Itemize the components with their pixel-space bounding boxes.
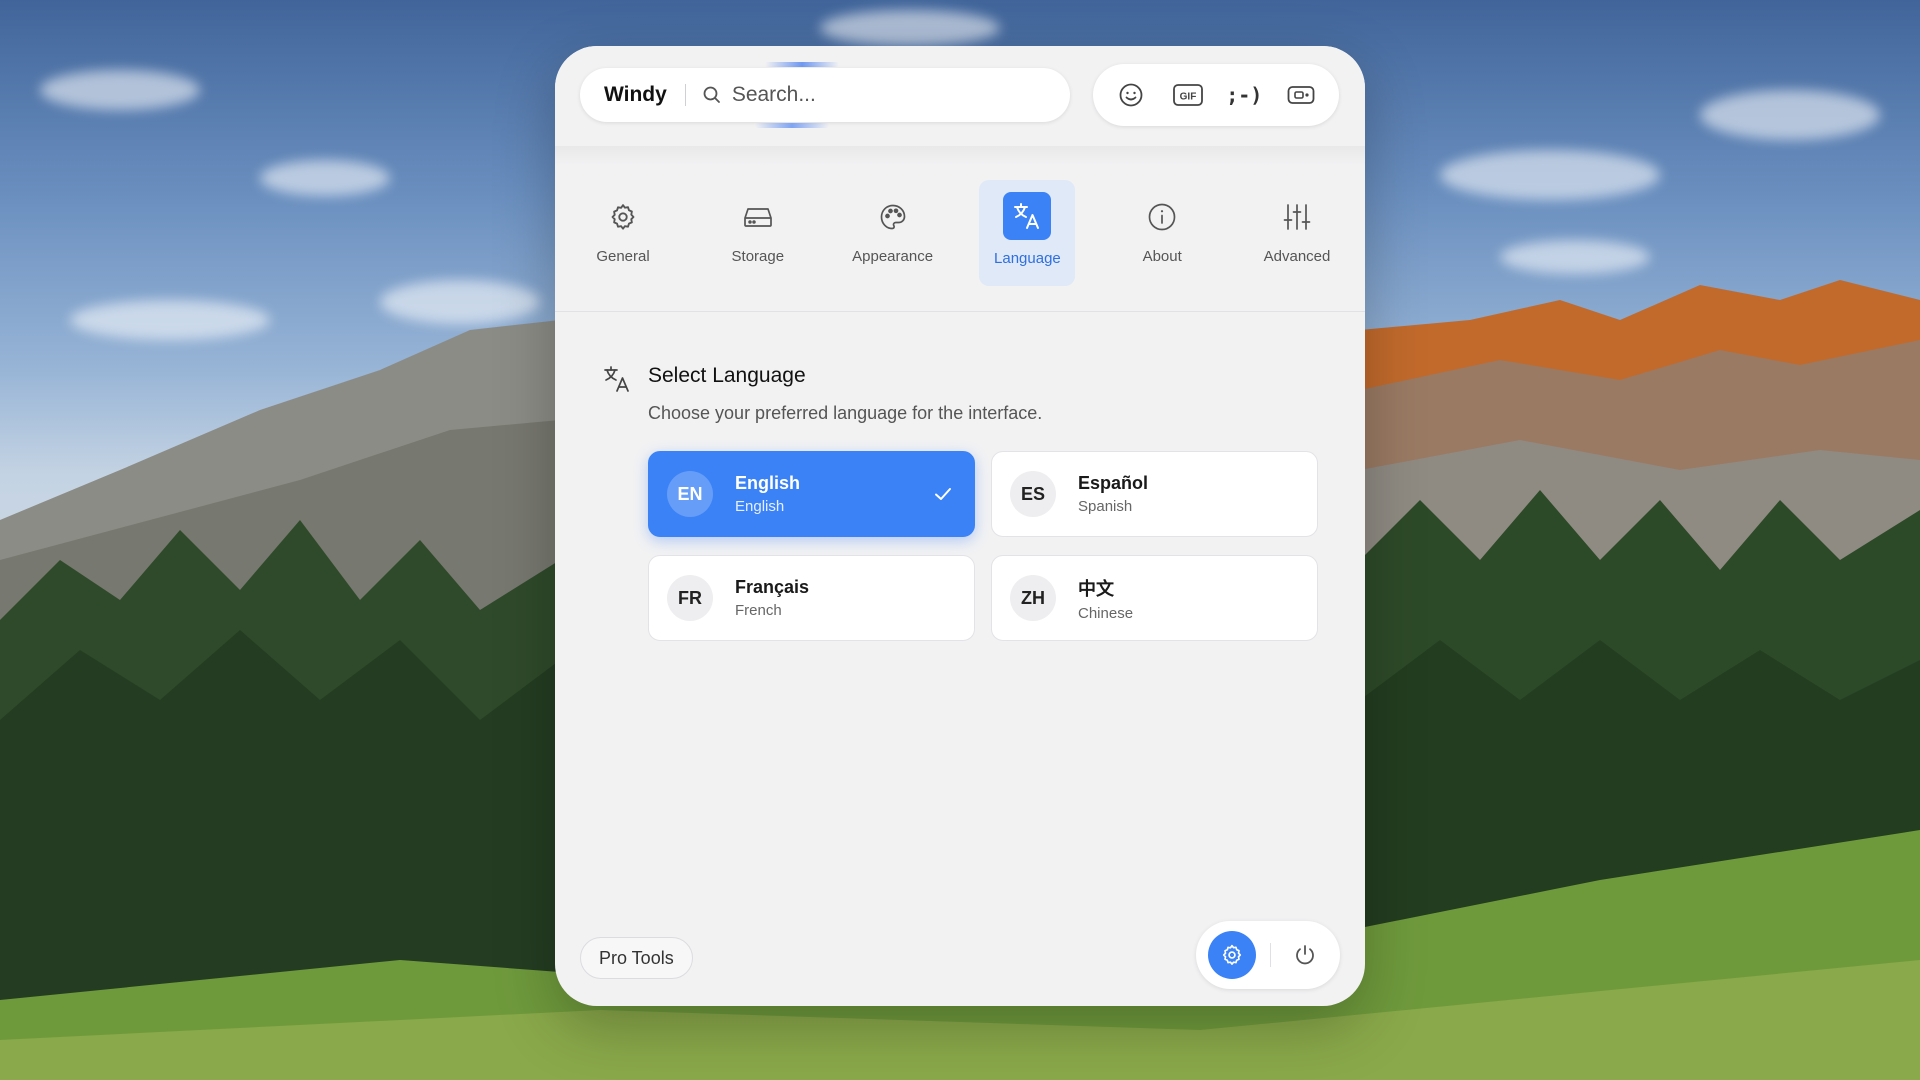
tab-label: General: [596, 247, 650, 265]
emoji-icon: [1119, 83, 1143, 107]
tab-language[interactable]: Language: [979, 180, 1076, 286]
language-native-name: English: [735, 473, 801, 493]
language-option-chinese[interactable]: ZH 中文 Chinese: [991, 555, 1318, 641]
translate-icon: [602, 364, 632, 394]
divider: [1270, 943, 1271, 967]
language-native-name: Français: [735, 577, 810, 597]
search-glow: [755, 123, 829, 128]
settings-button[interactable]: [1208, 931, 1256, 979]
language-english-name: English: [735, 498, 785, 515]
tab-label: Storage: [731, 247, 785, 265]
language-option-english[interactable]: EN English English: [648, 451, 975, 537]
search-input[interactable]: [731, 83, 1032, 107]
language-code-badge: ES: [1010, 471, 1056, 517]
gif-button[interactable]: GIF: [1168, 75, 1208, 115]
top-bar: Windy GIF ;-): [555, 46, 1365, 146]
tab-label: About: [1142, 247, 1182, 265]
search-bar[interactable]: Windy: [580, 68, 1070, 122]
settings-window: Windy GIF ;-): [555, 46, 1365, 1006]
tab-storage[interactable]: Storage: [710, 180, 806, 286]
language-option-french[interactable]: FR Français French: [648, 555, 975, 641]
tab-advanced[interactable]: Advanced: [1249, 180, 1345, 286]
pro-tools-button[interactable]: Pro Tools: [580, 937, 693, 979]
svg-text:GIF: GIF: [1179, 92, 1196, 103]
language-english-name: Chinese: [1078, 604, 1134, 622]
kaomoji-button[interactable]: ;-): [1224, 75, 1264, 115]
language-code-badge: FR: [667, 575, 713, 621]
kaomoji-icon: ;-): [1226, 83, 1263, 107]
drive-icon: [743, 202, 773, 232]
clipboard-button[interactable]: [1281, 75, 1321, 115]
section-description: Choose your preferred language for the i…: [648, 403, 1043, 423]
search-glow: [765, 62, 839, 67]
language-english-name: Spanish: [1078, 498, 1133, 515]
tab-label: Advanced: [1263, 247, 1331, 265]
search-icon: [702, 85, 722, 105]
gear-icon: [1222, 944, 1242, 965]
palette-icon: [878, 202, 908, 232]
language-native-name: Español: [1078, 473, 1149, 493]
divider: [684, 84, 686, 106]
power-icon: [1296, 945, 1314, 965]
language-options: EN English English ES Español Spanish FR…: [648, 451, 1318, 641]
tab-about[interactable]: About: [1114, 180, 1210, 286]
tab-appearance[interactable]: Appearance: [845, 180, 941, 286]
divider: [555, 311, 1365, 312]
tab-label: Language: [994, 249, 1061, 267]
quick-tools: GIF ;-): [1093, 64, 1339, 126]
check-icon: [935, 488, 951, 500]
sliders-icon: [1282, 202, 1312, 232]
gif-icon: GIF: [1172, 84, 1203, 106]
footer-actions: [1196, 921, 1340, 989]
tab-general[interactable]: General: [575, 180, 671, 286]
info-icon: [1147, 202, 1177, 232]
language-english-name: French: [735, 602, 782, 619]
language-native-name: 中文: [1078, 578, 1114, 599]
section-title: Select Language: [648, 364, 806, 387]
app-name: Windy: [604, 83, 667, 106]
gear-icon: [608, 202, 638, 232]
settings-nav: General Storage Appearance Language Abou…: [575, 180, 1345, 290]
language-code-badge: EN: [667, 471, 713, 517]
translate-icon: [1003, 191, 1052, 240]
emoji-button[interactable]: [1111, 75, 1151, 115]
language-option-spanish[interactable]: ES Español Spanish: [991, 451, 1318, 537]
power-button[interactable]: [1285, 935, 1325, 975]
language-code-badge: ZH: [1010, 575, 1056, 621]
tab-label: Appearance: [852, 247, 934, 265]
clipboard-icon: [1287, 86, 1315, 104]
